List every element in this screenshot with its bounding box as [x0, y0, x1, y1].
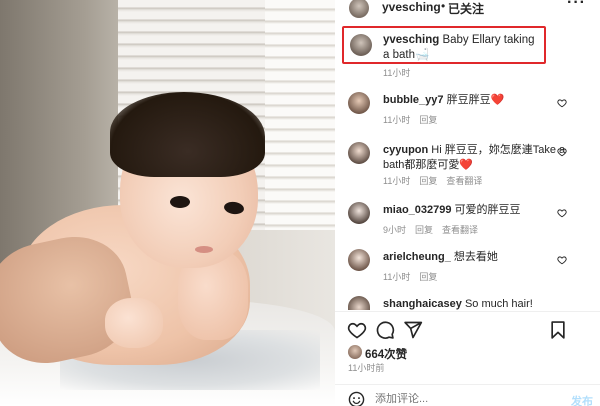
- comment-username[interactable]: arielcheung_: [383, 251, 451, 263]
- comment-body: 胖豆胖豆❤️: [446, 94, 505, 106]
- heart-icon[interactable]: [557, 208, 567, 218]
- caption-highlight: yvesching Baby Ellary taking a bath🛁: [342, 26, 546, 64]
- comment-time: 11小时: [383, 115, 411, 125]
- comment-time: 9小时: [383, 225, 407, 235]
- action-bar: [335, 320, 600, 342]
- add-comment-input[interactable]: [375, 393, 525, 405]
- comment-text: bubble_yy7 胖豆胖豆❤️: [383, 93, 573, 108]
- heart-icon[interactable]: [347, 320, 367, 340]
- comment-meta: 11小时 回复 查看翻译: [383, 174, 491, 187]
- avatar[interactable]: [348, 296, 370, 310]
- photo-baby-hair: [110, 92, 265, 177]
- photo-window-blinds-bright: [265, 0, 335, 230]
- header-separator: •: [441, 0, 446, 13]
- post-sidebar: yvesching • 已关注 ··· yvesching Baby Ellar…: [335, 0, 600, 406]
- bookmark-icon[interactable]: [548, 320, 568, 340]
- comment-body: So much hair!: [464, 298, 533, 310]
- photo-baby-mouth: [195, 246, 213, 253]
- comment-text: arielcheung_ 想去看她: [383, 250, 573, 265]
- caption-username[interactable]: yvesching: [383, 34, 439, 46]
- avatar[interactable]: [348, 142, 370, 164]
- post-time[interactable]: 11小时前: [348, 361, 384, 374]
- comment-username[interactable]: miao_032799: [383, 204, 452, 216]
- post-photo[interactable]: [0, 0, 335, 406]
- add-comment-bar: 发布: [335, 390, 600, 406]
- avatar[interactable]: [348, 202, 370, 224]
- emoji-icon[interactable]: [348, 391, 365, 406]
- view-translation-button[interactable]: 查看翻译: [446, 176, 482, 186]
- comment-time: 11小时: [383, 176, 411, 186]
- send-icon[interactable]: [403, 320, 423, 340]
- follow-status-button[interactable]: 已关注: [448, 0, 484, 17]
- comment-meta: 9小时 回复 查看翻译: [383, 223, 487, 236]
- heart-icon[interactable]: [557, 147, 567, 157]
- avatar[interactable]: [348, 92, 370, 114]
- comment-body: 想去看她: [453, 251, 498, 263]
- header-username[interactable]: yvesching: [382, 0, 441, 14]
- comment-username[interactable]: cyyupon: [383, 144, 428, 156]
- photo-baby-eye-left: [170, 196, 190, 208]
- heart-icon[interactable]: [557, 98, 567, 108]
- caption-text: yvesching Baby Ellary taking a bath🛁: [383, 33, 543, 63]
- reply-button[interactable]: 回复: [419, 176, 437, 186]
- comment-input-divider: [335, 384, 600, 385]
- reply-button[interactable]: 回复: [419, 115, 437, 125]
- photo-baby-hand: [105, 298, 163, 348]
- heart-icon[interactable]: [557, 255, 567, 265]
- comment-icon[interactable]: [375, 320, 395, 340]
- comment-text: miao_032799 可爱的胖豆豆: [383, 203, 573, 218]
- reply-button[interactable]: 回复: [419, 272, 437, 282]
- comment-username[interactable]: shanghaicasey: [383, 298, 462, 310]
- likes-count[interactable]: 664次赞: [365, 346, 407, 362]
- post-header: yvesching • 已关注 ···: [335, 0, 600, 20]
- comment-text: cyyupon Hi 胖豆豆，妳怎麼連Take a bath都那麼可愛❤️: [383, 143, 573, 173]
- comment-username[interactable]: bubble_yy7: [383, 94, 444, 106]
- comment-body: 可爱的胖豆豆: [454, 204, 521, 216]
- view-translation-button[interactable]: 查看翻译: [442, 225, 478, 235]
- actions-divider: [335, 311, 600, 312]
- avatar[interactable]: [350, 34, 372, 56]
- comment-meta: 11小时 回复: [383, 270, 446, 283]
- comment-meta: 11小时 回复: [383, 113, 446, 126]
- more-horizontal-icon[interactable]: ···: [567, 0, 586, 12]
- comment-text: shanghaicasey So much hair!: [383, 297, 573, 312]
- comment-time: 11小时: [383, 272, 411, 282]
- post-comment-button[interactable]: 发布: [571, 393, 593, 406]
- avatar[interactable]: [348, 249, 370, 271]
- reply-button[interactable]: 回复: [415, 225, 433, 235]
- likes-summary: 664次赞: [335, 344, 600, 362]
- avatar[interactable]: [348, 345, 362, 359]
- avatar[interactable]: [349, 0, 369, 18]
- caption-time: 11小时: [383, 68, 411, 78]
